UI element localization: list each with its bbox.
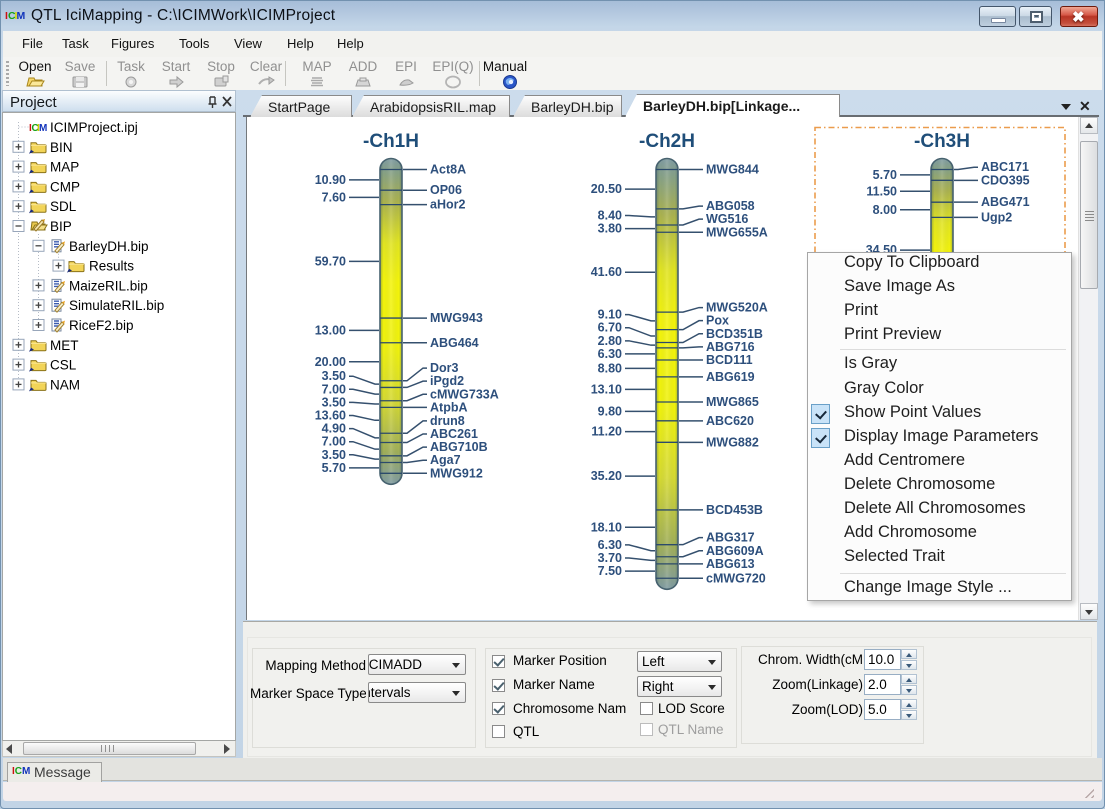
svg-text:Dor3: Dor3 <box>430 361 459 375</box>
svg-text:NAM: NAM <box>50 377 80 392</box>
svg-text:ABC261: ABC261 <box>430 427 478 441</box>
svg-text:11.50: 11.50 <box>866 184 897 198</box>
svg-text:6.70: 6.70 <box>598 321 622 335</box>
svg-text:ABC620: ABC620 <box>706 414 754 428</box>
svg-text:ABG619: ABG619 <box>706 370 755 384</box>
svg-text:AtpbA: AtpbA <box>430 400 468 414</box>
svg-text:M: M <box>39 123 47 134</box>
svg-text:ABG058: ABG058 <box>706 199 755 213</box>
svg-text:ABG317: ABG317 <box>706 531 755 545</box>
svg-text:ICIMProject.ipj: ICIMProject.ipj <box>50 120 138 135</box>
svg-text:MWG943: MWG943 <box>430 311 483 325</box>
svg-text:BCD351B: BCD351B <box>706 327 763 341</box>
svg-text:SDL: SDL <box>50 199 77 214</box>
svg-text:3.70: 3.70 <box>598 551 622 565</box>
svg-text:MWG912: MWG912 <box>430 466 483 480</box>
svg-text:9.10: 9.10 <box>598 308 622 322</box>
svg-text:BCD111: BCD111 <box>706 353 753 367</box>
svg-text:41.60: 41.60 <box>591 265 622 279</box>
svg-text:BCD453B: BCD453B <box>706 503 763 517</box>
svg-text:2.80: 2.80 <box>598 334 622 348</box>
svg-text:OP06: OP06 <box>430 183 462 197</box>
svg-text:cMWG733A: cMWG733A <box>430 387 499 401</box>
svg-text:CDO395: CDO395 <box>981 173 1030 187</box>
svg-text:9.80: 9.80 <box>598 404 622 418</box>
svg-text:WG516: WG516 <box>706 212 748 226</box>
svg-text:3.50: 3.50 <box>322 448 346 462</box>
svg-text:5.70: 5.70 <box>322 461 346 475</box>
svg-text:BIP: BIP <box>50 219 72 234</box>
svg-text:11.20: 11.20 <box>591 425 622 439</box>
svg-text:ABG710B: ABG710B <box>430 440 488 454</box>
svg-text:MWG520A: MWG520A <box>706 301 768 315</box>
svg-text:MAP: MAP <box>50 160 79 175</box>
svg-text:MaizeRIL.bip: MaizeRIL.bip <box>69 278 148 293</box>
svg-text:MWG655A: MWG655A <box>706 225 768 239</box>
svg-text:8.80: 8.80 <box>598 361 622 375</box>
svg-text:7.00: 7.00 <box>322 382 346 396</box>
svg-text:RiceF2.bip: RiceF2.bip <box>69 318 134 333</box>
svg-text:7.60: 7.60 <box>322 190 346 204</box>
svg-text:MWG865: MWG865 <box>706 395 759 409</box>
svg-text:Aga7: Aga7 <box>430 453 461 467</box>
svg-text:3.50: 3.50 <box>322 369 346 383</box>
svg-text:13.10: 13.10 <box>591 382 622 396</box>
svg-text:ABG613: ABG613 <box>706 557 755 571</box>
svg-text:-Ch2H: -Ch2H <box>639 131 695 152</box>
svg-text:BarleyDH.bip: BarleyDH.bip <box>69 239 149 254</box>
svg-text:20.00: 20.00 <box>315 355 346 369</box>
svg-text:Results: Results <box>89 259 134 274</box>
svg-text:ABG609A: ABG609A <box>706 544 764 558</box>
svg-text:Ugp2: Ugp2 <box>981 210 1012 224</box>
svg-text:10.90: 10.90 <box>315 173 346 187</box>
svg-text:6.30: 6.30 <box>598 347 622 361</box>
svg-text:ABG471: ABG471 <box>981 195 1030 209</box>
svg-text:6.30: 6.30 <box>598 538 622 552</box>
svg-text:MWG844: MWG844 <box>706 163 759 177</box>
svg-text:aHor2: aHor2 <box>430 198 465 212</box>
svg-text:SimulateRIL.bip: SimulateRIL.bip <box>69 298 164 313</box>
svg-text:8.40: 8.40 <box>598 209 622 223</box>
svg-text:13.60: 13.60 <box>315 408 346 422</box>
svg-text:MET: MET <box>50 338 79 353</box>
svg-text:18.10: 18.10 <box>591 520 622 534</box>
svg-text:BIN: BIN <box>50 140 73 155</box>
svg-text:3.80: 3.80 <box>598 222 622 236</box>
svg-text:20.50: 20.50 <box>591 182 622 196</box>
svg-text:8.00: 8.00 <box>873 203 897 217</box>
svg-text:4.90: 4.90 <box>322 422 346 436</box>
svg-text:Act8A: Act8A <box>430 163 466 177</box>
svg-text:3.50: 3.50 <box>322 395 346 409</box>
svg-text:MWG882: MWG882 <box>706 435 759 449</box>
svg-text:Pox: Pox <box>706 314 729 328</box>
svg-text:7.00: 7.00 <box>322 435 346 449</box>
svg-text:59.70: 59.70 <box>315 254 346 268</box>
svg-text:CSL: CSL <box>50 358 77 373</box>
svg-text:ABG716: ABG716 <box>706 340 755 354</box>
svg-text:ABG464: ABG464 <box>430 336 479 350</box>
svg-text:-Ch1H: -Ch1H <box>363 131 419 152</box>
svg-text:7.50: 7.50 <box>598 564 622 578</box>
svg-text:35.20: 35.20 <box>591 469 622 483</box>
svg-text:CMP: CMP <box>50 179 80 194</box>
svg-text:iPgd2: iPgd2 <box>430 374 464 388</box>
svg-text:5.70: 5.70 <box>873 168 897 182</box>
svg-text:ABC171: ABC171 <box>981 160 1029 174</box>
svg-text:-Ch3H: -Ch3H <box>914 131 970 152</box>
svg-text:cMWG720: cMWG720 <box>706 571 766 585</box>
svg-text:13.00: 13.00 <box>315 323 346 337</box>
svg-text:drun8: drun8 <box>430 414 465 428</box>
